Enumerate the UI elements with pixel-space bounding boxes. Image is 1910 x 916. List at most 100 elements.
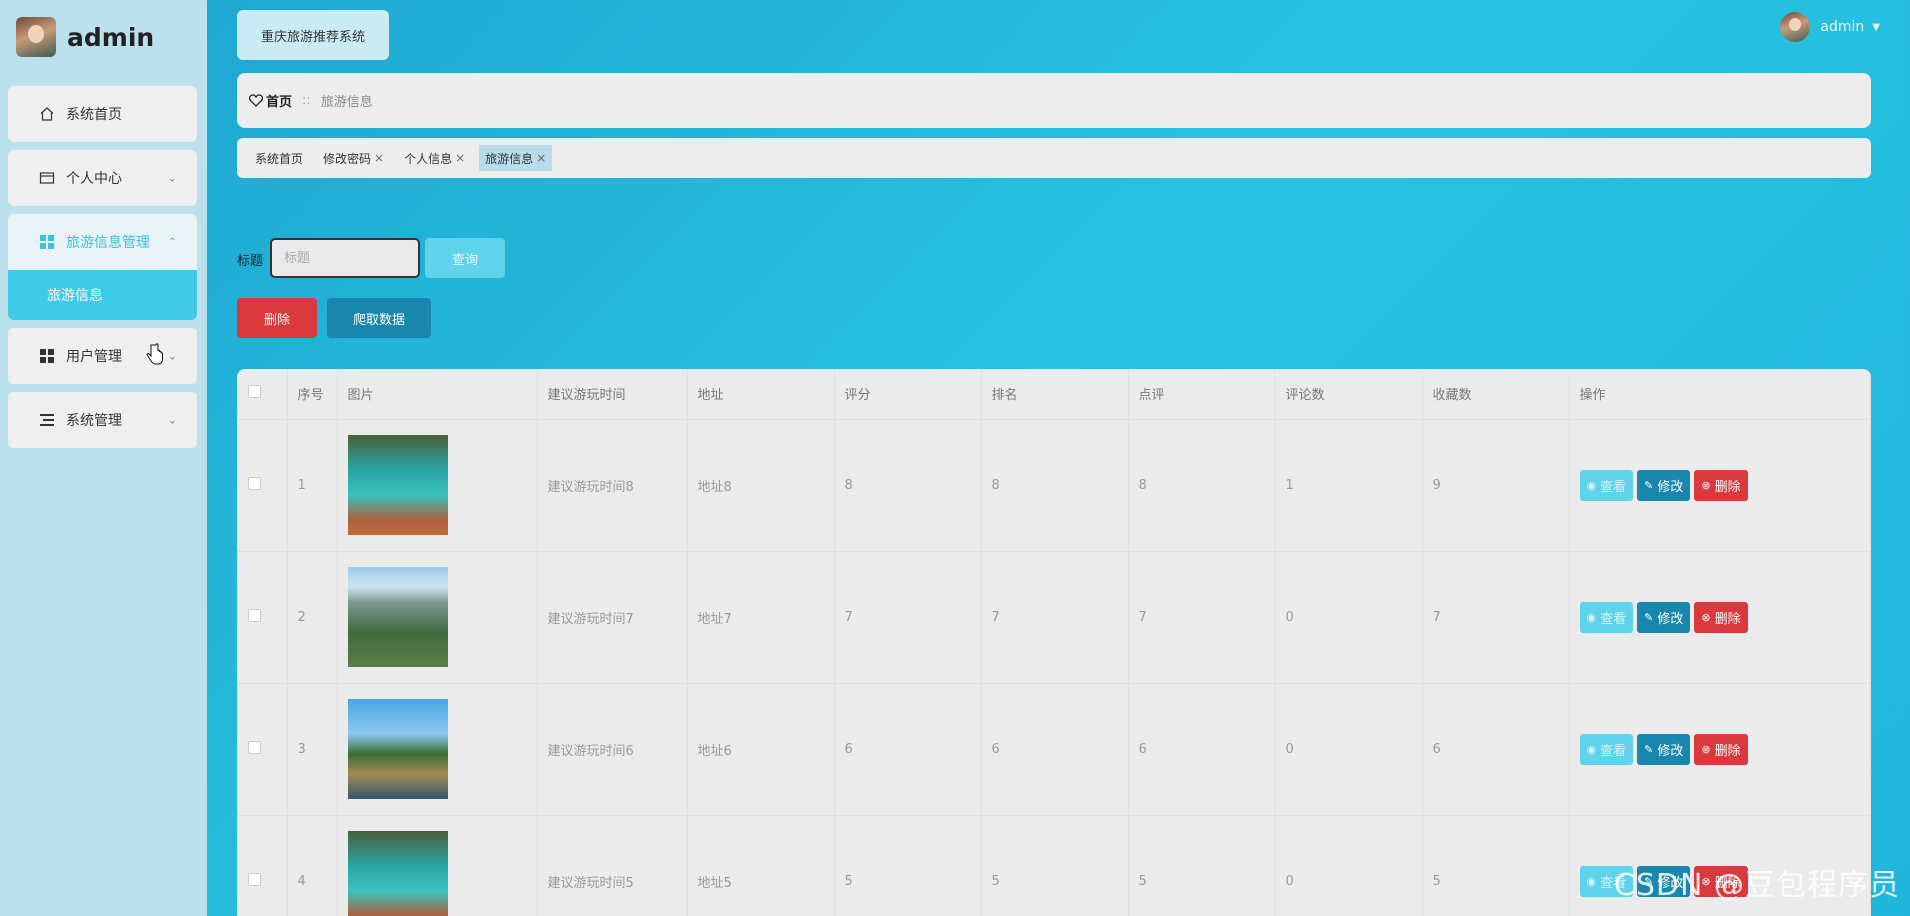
system-title-button[interactable]: 重庆旅游推荐系统 bbox=[237, 10, 389, 60]
close-circle-icon: ⊗ bbox=[1701, 610, 1711, 624]
cell-favorites: 7 bbox=[1422, 551, 1570, 684]
cell-rank: 7 bbox=[981, 551, 1129, 684]
column-header: 建议游玩时间 bbox=[537, 369, 688, 420]
tag-change-password[interactable]: 修改密码 × bbox=[317, 145, 390, 171]
grid-icon bbox=[38, 233, 56, 251]
sidebar-item-home[interactable]: 系统首页 bbox=[8, 86, 197, 142]
select-all-checkbox[interactable] bbox=[248, 385, 261, 399]
row-select-cell[interactable] bbox=[237, 419, 288, 552]
chevron-down-icon: ⌄ bbox=[167, 413, 177, 427]
card-icon bbox=[38, 169, 56, 187]
close-circle-icon: ⊗ bbox=[1701, 478, 1711, 492]
header-select-all[interactable] bbox=[237, 369, 288, 420]
sidebar-item-label: 用户管理 bbox=[66, 349, 122, 365]
tag-label: 修改密码 bbox=[323, 151, 372, 166]
cell-review: 6 bbox=[1128, 683, 1276, 816]
row-checkbox[interactable] bbox=[248, 872, 261, 886]
cell-index: 3 bbox=[287, 683, 338, 816]
chevron-down-icon: ⌄ bbox=[167, 349, 177, 363]
pencil-icon: ✎ bbox=[1644, 610, 1654, 624]
cell-address: 地址8 bbox=[687, 419, 835, 552]
sidebar-subitem-label: 旅游信息 bbox=[47, 288, 103, 304]
delete-button[interactable]: ⊗ 删除 bbox=[1694, 601, 1748, 633]
edit-label: 修改 bbox=[1657, 743, 1684, 759]
cell-image bbox=[337, 815, 538, 916]
batch-delete-button[interactable]: 删除 bbox=[237, 298, 317, 338]
close-icon[interactable]: × bbox=[374, 151, 384, 165]
search-input[interactable] bbox=[270, 238, 420, 278]
tag-home[interactable]: 系统首页 bbox=[249, 145, 309, 171]
brand-name: admin bbox=[67, 22, 155, 52]
delete-label: 删除 bbox=[1714, 479, 1741, 495]
search-label: 标题 bbox=[237, 254, 264, 269]
edit-button[interactable]: ✎ 修改 bbox=[1637, 601, 1691, 633]
breadcrumb-home[interactable]: 首页 bbox=[249, 91, 292, 110]
cell-rank: 6 bbox=[981, 683, 1129, 816]
sidebar-item-user-management[interactable]: 用户管理 ⌄ bbox=[8, 328, 197, 384]
sidebar-item-label: 系统首页 bbox=[66, 107, 122, 123]
avatar bbox=[16, 17, 56, 57]
grid-icon bbox=[38, 347, 56, 365]
column-header: 评分 bbox=[834, 369, 982, 420]
delete-button[interactable]: ⊗ 删除 bbox=[1694, 733, 1748, 765]
row-select-cell[interactable] bbox=[237, 815, 288, 916]
pencil-icon: ✎ bbox=[1644, 742, 1654, 756]
cell-actions: ◉ 查看 ✎ 修改 ⊗ 删除 bbox=[1569, 683, 1871, 816]
column-header: 序号 bbox=[287, 369, 338, 420]
sidebar-item-label: 个人中心 bbox=[66, 171, 122, 187]
tag-label: 系统首页 bbox=[255, 151, 304, 166]
scenic-photo bbox=[347, 567, 448, 667]
cell-address: 地址7 bbox=[687, 551, 835, 684]
edit-label: 修改 bbox=[1657, 479, 1684, 495]
close-icon[interactable]: × bbox=[536, 151, 546, 165]
user-menu[interactable]: admin ▼ bbox=[1780, 12, 1880, 42]
eye-icon: ◉ bbox=[1586, 742, 1597, 756]
data-table: 序号 图片 建议游玩时间 地址 评分 排名 点评 评论数 收藏数 操作 1 建议… bbox=[237, 369, 1871, 916]
row-checkbox[interactable] bbox=[248, 740, 261, 754]
query-button-label: 查询 bbox=[451, 252, 478, 268]
cell-time: 建议游玩时间8 bbox=[537, 419, 688, 552]
view-button[interactable]: ◉ 查看 bbox=[1579, 601, 1634, 633]
delete-button[interactable]: ⊗ 删除 bbox=[1694, 469, 1748, 501]
query-button[interactable]: 查询 bbox=[425, 238, 505, 278]
tag-personal-info[interactable]: 个人信息 × bbox=[398, 145, 471, 171]
cell-address: 地址6 bbox=[687, 683, 835, 816]
cell-time: 建议游玩时间5 bbox=[537, 815, 688, 916]
row-select-cell[interactable] bbox=[237, 551, 288, 684]
cell-comments: 0 bbox=[1275, 551, 1423, 684]
list-icon bbox=[38, 411, 56, 429]
edit-button[interactable]: ✎ 修改 bbox=[1637, 469, 1691, 501]
column-header: 排名 bbox=[981, 369, 1129, 420]
close-icon[interactable]: × bbox=[455, 151, 465, 165]
crawl-data-button[interactable]: 爬取数据 bbox=[327, 298, 431, 338]
cell-comments: 1 bbox=[1275, 419, 1423, 552]
column-header: 评论数 bbox=[1275, 369, 1423, 420]
user-avatar bbox=[1780, 12, 1811, 42]
row-select-cell[interactable] bbox=[237, 683, 288, 816]
edit-button[interactable]: ✎ 修改 bbox=[1637, 733, 1691, 765]
row-checkbox[interactable] bbox=[248, 476, 261, 490]
scenic-photo bbox=[347, 831, 448, 916]
sidebar-subitem-travel-info[interactable]: 旅游信息 bbox=[8, 270, 197, 320]
heart-icon bbox=[249, 94, 263, 107]
table-row: 1 建议游玩时间8 地址8 8 8 8 1 9 ◉ 查看 ✎ 修改 ⊗ 删除 bbox=[237, 419, 1871, 552]
cursor-hand-icon bbox=[146, 343, 163, 365]
cell-index: 1 bbox=[287, 419, 338, 552]
view-label: 查看 bbox=[1600, 611, 1627, 627]
row-checkbox[interactable] bbox=[248, 608, 261, 622]
view-label: 查看 bbox=[1600, 743, 1627, 759]
chevron-down-icon: ⌄ bbox=[167, 171, 177, 185]
delete-label: 删除 bbox=[1714, 611, 1741, 627]
cell-comments: 0 bbox=[1275, 683, 1423, 816]
view-button[interactable]: ◉ 查看 bbox=[1579, 733, 1634, 765]
sidebar-item-travel-info-management[interactable]: 旅游信息管理 ⌃ bbox=[8, 214, 197, 270]
view-button[interactable]: ◉ 查看 bbox=[1579, 469, 1634, 501]
chevron-up-icon: ⌃ bbox=[167, 235, 177, 249]
scenic-photo bbox=[347, 435, 448, 535]
tag-travel-info[interactable]: 旅游信息 × bbox=[479, 145, 553, 171]
sidebar-item-personal-center[interactable]: 个人中心 ⌄ bbox=[8, 150, 197, 206]
sidebar-item-system-management[interactable]: 系统管理 ⌄ bbox=[8, 392, 197, 448]
cell-review: 7 bbox=[1128, 551, 1276, 684]
cell-time: 建议游玩时间7 bbox=[537, 551, 688, 684]
edit-label: 修改 bbox=[1657, 611, 1684, 627]
